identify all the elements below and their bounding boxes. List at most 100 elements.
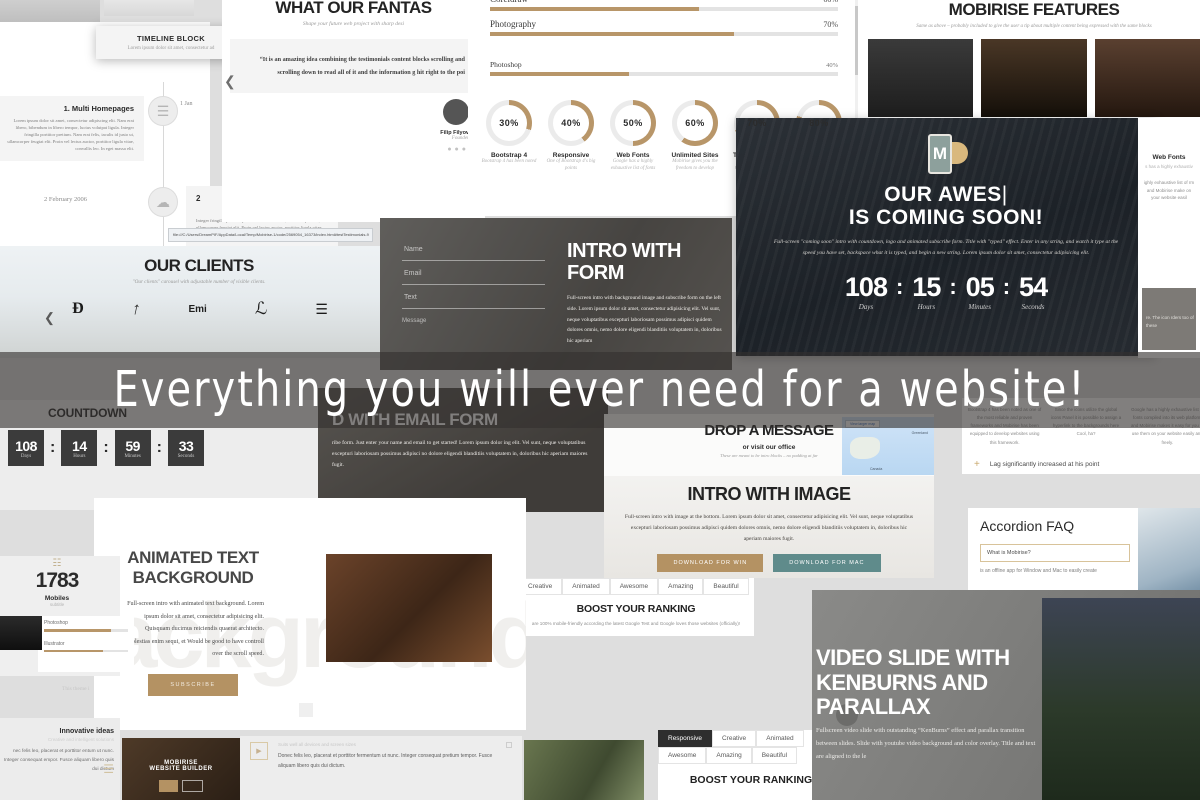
faq-question[interactable]: What is Mobirise? <box>980 544 1130 562</box>
video-slide-panel: VIDEO SLIDE WITH KENBURNS AND PARALLAX F… <box>812 590 1200 800</box>
banner-band: Everything you will ever need for a webs… <box>0 352 1200 428</box>
typed-cursor: | <box>1001 183 1008 206</box>
countdown-label: Seconds <box>1021 303 1045 312</box>
web-fonts-strip: Web Fonts s has a highly exhaustiv ighly… <box>1138 118 1200 358</box>
features-panel: MOBIRISE FEATURES Same as above – probab… <box>858 0 1200 120</box>
accordion-row[interactable]: + Lag significantly increased at his poi… <box>972 453 1200 474</box>
tab-responsive[interactable]: Responsive <box>658 730 712 747</box>
innovative-subtitle: Creative and intelligent solutions <box>47 737 114 742</box>
tab-animated[interactable]: Animated <box>756 730 804 747</box>
tab-beautiful[interactable]: Beautiful <box>751 747 798 764</box>
timeline-item-1-body: Lorem ipsum dolor sit amet, consectetur … <box>7 118 134 152</box>
features-subtitle: Same as above – probably included to giv… <box>916 24 1152 29</box>
skill-fill <box>490 7 699 11</box>
countdown-value: 05 <box>965 272 995 303</box>
download-mac-button[interactable]: DOWNLOAD FOR MAC <box>773 553 881 572</box>
clients-title: OUR CLIENTS <box>144 256 254 275</box>
tab-amazing[interactable]: Amazing <box>658 578 704 595</box>
intro-form-body: Full-screen intro with background image … <box>567 295 722 345</box>
skill-value: 70% <box>823 20 838 29</box>
circle-value: 40% <box>561 118 581 128</box>
feature-image-1 <box>868 39 974 117</box>
tab-amazing[interactable]: Amazing <box>706 747 752 764</box>
skill-fill <box>490 72 630 76</box>
countdown-value: 59 <box>125 437 140 454</box>
tab-beautiful[interactable]: Beautiful <box>703 578 749 595</box>
builder-btn-1[interactable] <box>159 780 178 792</box>
road-photo <box>1042 598 1200 800</box>
circle-value: 50% <box>623 118 643 128</box>
subscribe-form: Name Email Text Message <box>380 218 563 370</box>
animated-text-body: Full-screen intro with animated text bac… <box>126 601 265 658</box>
circle-stat: 40% Responsive One of Bootstrap 4's big … <box>540 100 602 179</box>
testimonials-subtitle: Shape your future web project with sharp… <box>302 21 405 27</box>
plus-icon: + <box>974 458 980 470</box>
counter-number: 1783 <box>35 569 80 592</box>
countdown-value: 14 <box>72 437 87 454</box>
timeline-block-subtitle: Lorem ipsum dolor sit amet, consectetur … <box>127 46 215 51</box>
right-strip-sub: s has a highly exhaustiv <box>1145 164 1193 169</box>
text-block-heading: Suits well all devices and screen sizes <box>278 742 356 747</box>
text-block-panel: ▶ Suits well all devices and screen size… <box>240 736 522 800</box>
tab-awesome[interactable]: Awesome <box>658 747 707 764</box>
skill-label: Illustrator <box>44 640 65 647</box>
chevron-left-icon[interactable]: ❮ <box>224 73 236 90</box>
tab-awesome[interactable]: Awesome <box>609 578 659 595</box>
name-field-placeholder: Name <box>404 246 423 253</box>
intro-form-title-1: INTRO WITH <box>567 240 681 262</box>
countdown-label: Hours <box>73 453 86 459</box>
skill-track <box>490 72 838 76</box>
client-logo-lc: ℒ <box>254 299 268 318</box>
name-field[interactable]: Name <box>402 246 546 261</box>
map-label: Greenland <box>911 431 928 435</box>
testimonial-quote: “It is an amazing idea combining the tes… <box>230 39 477 94</box>
tab-creative[interactable]: Creative <box>711 730 757 747</box>
text-field[interactable]: Text <box>402 294 546 309</box>
email-field-placeholder: Email <box>404 270 422 277</box>
carousel-dots[interactable]: ●●● <box>447 146 469 153</box>
scroll-indicator[interactable] <box>299 703 313 717</box>
map-label: Canada <box>870 467 883 471</box>
tab-animated[interactable]: Animated <box>562 578 610 595</box>
testimonial-role: Founder <box>451 136 469 142</box>
email-field[interactable]: Email <box>402 270 546 285</box>
video-title-3: PARALLAX <box>816 694 931 720</box>
countdown-separator: : <box>156 439 162 456</box>
book-icon: ☷ <box>52 558 62 569</box>
animated-text-title-1: ANIMATED TEXT <box>127 548 259 567</box>
testimonial-quote-text: “It is an amazing idea combining the tes… <box>259 56 465 77</box>
countdown-value: 15 <box>912 272 941 303</box>
timeline-block-title: TIMELINE BLOCK <box>137 34 205 43</box>
circle-stat: 30% Bootstrap 4 Bootstrap 4 has been not… <box>478 100 540 179</box>
counter-sublabel: subtitle <box>49 602 65 607</box>
feature-image-2 <box>981 39 1087 117</box>
skills-mini-panel: Photoshop Illustrator <box>38 616 134 672</box>
circle-title: Responsive <box>552 152 590 159</box>
intro-image-title: INTRO WITH IMAGE <box>687 484 851 504</box>
boost-body: are 100% mobile-friendly according the l… <box>531 621 741 626</box>
intro-form-title-2: FORM <box>567 262 624 284</box>
circle-title: Unlimited Sites <box>671 152 719 159</box>
cloud-upload-icon: ☁ <box>148 187 178 217</box>
download-win-button[interactable]: DOWNLOAD FOR WIN <box>657 553 764 572</box>
countdown-value: 108 <box>844 272 888 303</box>
subscribe-button[interactable]: SUBSCRIBE <box>148 673 238 696</box>
countdown-label: Minutes <box>968 303 991 312</box>
right-strip-tail: re. The icon rders too of these <box>1146 315 1194 328</box>
countdown-value: 108 <box>15 437 37 454</box>
close-icon[interactable] <box>506 742 512 748</box>
device-photo <box>0 616 42 650</box>
tab-list: Creative Animated Awesome Amazing Beauti… <box>518 578 754 595</box>
countdown-label: Hours <box>917 303 936 312</box>
countdown-box: 33 Seconds <box>167 430 204 466</box>
camo-photo <box>524 740 644 800</box>
coming-soon-title-2: IS COMING SOON! <box>848 205 1044 229</box>
builder-btn-2[interactable] <box>182 780 203 792</box>
skill-label: Coreldraw <box>490 0 528 4</box>
skill-label: Photoshop <box>44 620 68 626</box>
address-bar[interactable]: file:///C:/Users/DreamPIF/AppData/Local/… <box>168 228 373 242</box>
coming-soon-title-1: OUR AWES <box>884 183 1002 206</box>
chevron-left-icon[interactable]: ❮ <box>44 310 55 326</box>
client-logo-a: ↑ <box>129 299 143 318</box>
message-field-label: Message <box>402 318 427 324</box>
